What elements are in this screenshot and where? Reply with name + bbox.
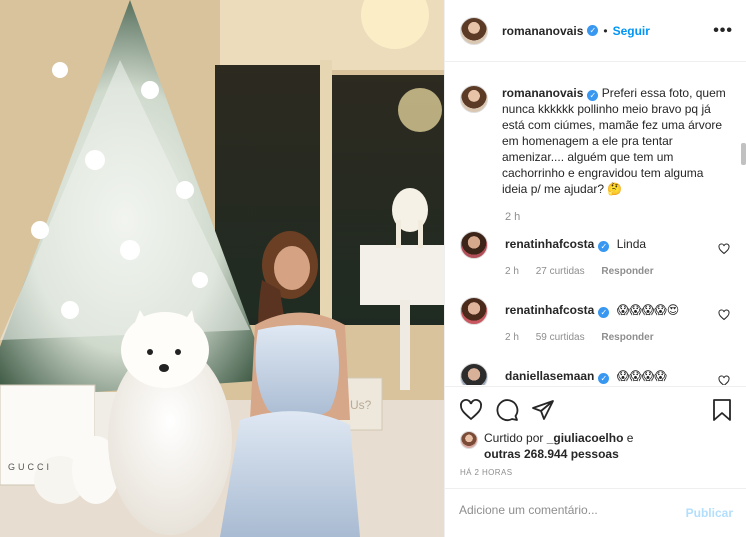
comment-line: renatinhafcosta ✓ Linda [505, 237, 646, 252]
comment-input[interactable] [459, 503, 669, 517]
comment-item: renatinhafcosta ✓ Linda 2 h 27 curtidas R… [460, 231, 740, 285]
liker-avatar[interactable] [460, 431, 478, 449]
post-photo[interactable]: GUCCI Us? [0, 0, 444, 537]
likes-suffix: e [626, 431, 634, 445]
comment-time[interactable]: 2 h [505, 266, 519, 277]
comment-icon[interactable] [495, 398, 519, 422]
comment-username[interactable]: renatinhafcosta [505, 303, 594, 317]
comment-line: renatinhafcosta ✓ 😱😱😱😱😍 [505, 303, 679, 318]
comment-meta: 2 h 59 curtidas Responder [505, 332, 668, 343]
more-icon[interactable]: ••• [713, 22, 733, 40]
comments-list[interactable]: romananovais ✓ Preferi essa foto, quem nu… [445, 63, 746, 385]
verified-icon: ✓ [598, 307, 610, 318]
likes-text: Curtido por _giuliacoelho e outras 268.9… [484, 430, 633, 462]
author-avatar[interactable] [460, 85, 488, 113]
post-side-panel: romananovais ✓ • Seguir ••• romananovais… [444, 0, 746, 537]
likes-summary: Curtido por _giuliacoelho e outras 268.9… [460, 430, 730, 462]
comments-scrollbar[interactable] [740, 63, 746, 385]
caption-time: 2 h [505, 211, 521, 223]
comment-username[interactable]: daniellasemaan [505, 369, 594, 383]
scrollbar-thumb[interactable] [741, 143, 746, 165]
caption-username[interactable]: romananovais [502, 86, 583, 100]
caption-text: romananovais ✓ Preferi essa foto, quem nu… [502, 85, 730, 197]
caption: romananovais ✓ Preferi essa foto, quem nu… [460, 85, 730, 197]
verified-icon: ✓ [598, 373, 610, 384]
action-bar [445, 386, 746, 432]
commenter-avatar[interactable] [460, 297, 488, 325]
commenter-avatar[interactable] [460, 363, 488, 385]
separator-dot: • [603, 23, 608, 38]
comment-text: 😱😱😱😱 [616, 369, 667, 383]
comment-username[interactable]: renatinhafcosta [505, 237, 594, 251]
commenter-avatar[interactable] [460, 231, 488, 259]
likes-prefix: Curtido por [484, 431, 544, 445]
post-header: romananovais ✓ • Seguir ••• [445, 0, 746, 62]
liker-username[interactable]: _giuliacoelho [547, 431, 624, 445]
reply-button[interactable]: Responder [601, 332, 653, 343]
likes-count[interactable]: outras 268.944 pessoas [484, 447, 619, 461]
comment-text: 😱😱😱😱😍 [616, 303, 680, 317]
comment-text: Linda [616, 237, 647, 251]
verified-icon: ✓ [587, 25, 599, 36]
comment-item: renatinhafcosta ✓ 😱😱😱😱😍 2 h 59 curtidas R… [460, 297, 740, 351]
heart-icon[interactable] [459, 398, 483, 422]
comment-likes[interactable]: 59 curtidas [536, 332, 585, 343]
caption-body: Preferi essa foto, quem nunca kkkkkk pol… [502, 86, 726, 196]
comment-line: daniellasemaan ✓ 😱😱😱😱 [505, 369, 667, 384]
comment-time[interactable]: 2 h [505, 332, 519, 343]
bookmark-icon[interactable] [711, 398, 733, 422]
add-comment-bar: Publicar [445, 488, 746, 537]
comment-item: daniellasemaan ✓ 😱😱😱😱 [460, 363, 740, 385]
comment-heart-icon[interactable] [718, 375, 730, 385]
author-avatar[interactable] [460, 16, 488, 45]
photo-scene [0, 0, 444, 537]
gift-bag-brand: GUCCI [8, 462, 52, 472]
share-icon[interactable] [531, 398, 555, 422]
publish-button[interactable]: Publicar [686, 506, 733, 520]
author-username[interactable]: romananovais [502, 24, 583, 38]
posted-time[interactable]: HÁ 2 HORAS [460, 468, 512, 477]
comment-heart-icon[interactable] [718, 309, 730, 321]
reply-button[interactable]: Responder [601, 266, 653, 277]
gift-bag-text: Us? [350, 398, 372, 412]
verified-icon: ✓ [587, 90, 599, 101]
comment-heart-icon[interactable] [718, 243, 730, 255]
verified-icon: ✓ [598, 241, 610, 252]
comment-meta: 2 h 27 curtidas Responder [505, 266, 668, 277]
follow-button[interactable]: Seguir [613, 24, 650, 38]
comment-likes[interactable]: 27 curtidas [536, 266, 585, 277]
